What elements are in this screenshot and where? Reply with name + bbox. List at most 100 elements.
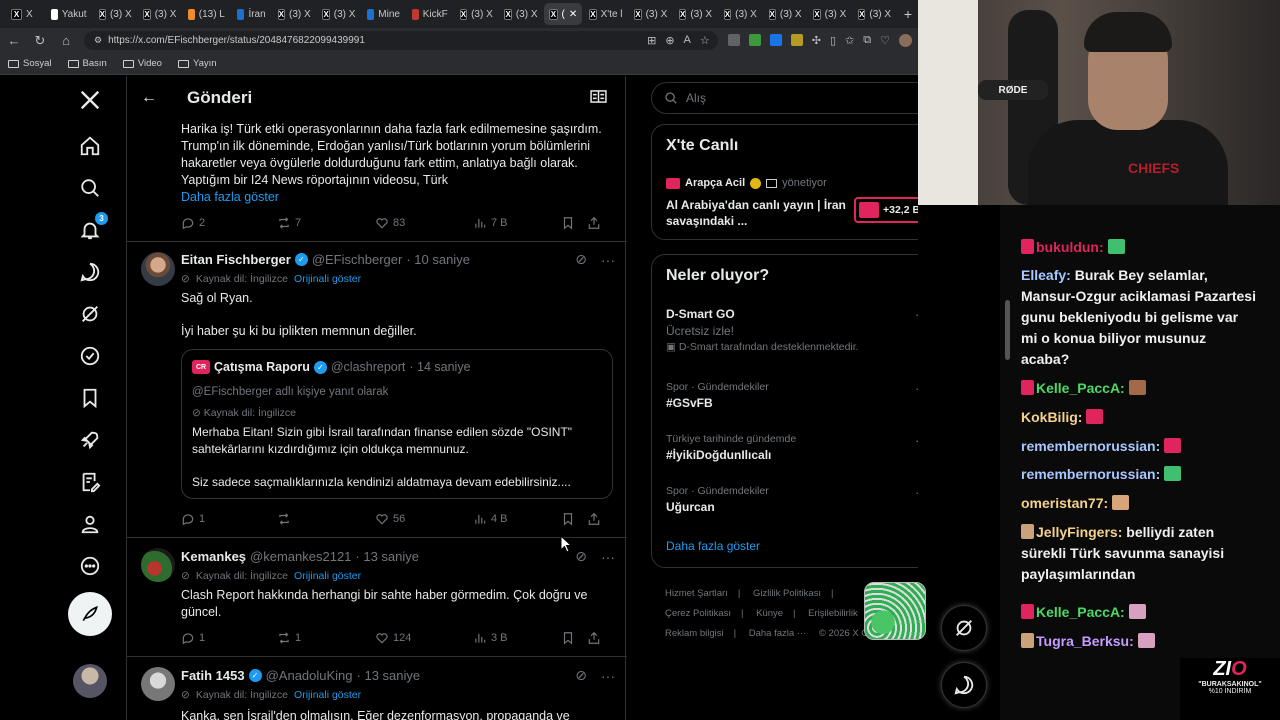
reload-icon[interactable]: ↻ xyxy=(32,33,48,49)
show-original-link[interactable]: Orijinali göster xyxy=(294,273,361,285)
repost-button[interactable] xyxy=(277,512,375,526)
browser-tab[interactable]: X (3) X xyxy=(719,3,762,25)
browser-tab[interactable]: X (3) X xyxy=(317,3,360,25)
reader-mode-icon[interactable] xyxy=(590,90,607,108)
extension-icon[interactable] xyxy=(769,34,782,46)
chat-username[interactable]: bukuldun: xyxy=(1036,239,1104,255)
x-logo-icon[interactable] xyxy=(78,88,102,112)
bookmark-folder[interactable]: Basın xyxy=(67,58,107,69)
browser-tab[interactable]: Mine xyxy=(362,3,405,25)
author-name[interactable]: Eitan Fischberger xyxy=(181,252,291,267)
browser-tab[interactable]: XX xyxy=(6,3,44,25)
zoom-icon[interactable]: ⊕ xyxy=(665,34,674,47)
read-aloud-icon[interactable]: A xyxy=(684,34,691,47)
trend-item[interactable]: Türkiye tarihinde gündemde #İyikiDoğdunI… xyxy=(666,433,918,462)
more-dots-icon[interactable]: ··· xyxy=(601,668,615,684)
avatar[interactable] xyxy=(141,548,175,582)
url-field[interactable]: ⚙ https://x.com/EFischberger/status/2048… xyxy=(84,31,718,50)
grok-floating-button[interactable] xyxy=(941,605,987,651)
tweet[interactable]: Harika iş! Türk etki operasyonlarının da… xyxy=(127,120,627,242)
tweet[interactable]: Eitan Fischberger ✓ @EFischberger · 10 s… xyxy=(127,242,627,538)
show-original-link[interactable]: Orijinali göster xyxy=(294,689,361,701)
browser-tab[interactable]: Yakut xyxy=(46,3,92,25)
browser-tab[interactable]: İran xyxy=(232,3,271,25)
more-dots-icon[interactable]: ··· xyxy=(915,433,918,448)
chat-username[interactable]: remembernorussian: xyxy=(1021,466,1160,482)
articles-icon[interactable] xyxy=(78,470,102,494)
author-handle[interactable]: @kemankes2121 xyxy=(250,549,351,564)
more-options-icon[interactable] xyxy=(78,554,102,578)
extension-icon[interactable] xyxy=(790,34,803,46)
grok-icon[interactable] xyxy=(78,302,102,326)
notifications-bell-icon[interactable]: 3 xyxy=(78,212,108,242)
chat-username[interactable]: Elleafy: xyxy=(1021,267,1071,283)
bookmark-button[interactable] xyxy=(561,216,587,230)
home-icon[interactable] xyxy=(78,134,102,158)
browser-tab[interactable]: X (3) X xyxy=(138,3,181,25)
extension-icon[interactable] xyxy=(727,34,740,46)
grok-explain-icon[interactable]: ⊘ xyxy=(575,251,587,268)
footer-link[interactable]: Erişilebilirlik xyxy=(808,608,858,619)
browser-tab[interactable]: X X'te l xyxy=(584,3,627,25)
browser-essentials-icon[interactable]: ♡ xyxy=(880,34,890,47)
reply-button[interactable]: 2 xyxy=(181,216,277,230)
browser-tab[interactable]: X (3) X xyxy=(629,3,672,25)
sponsored-trend[interactable]: D-Smart GO Ücretsiz izle! ▣ D-Smart tara… xyxy=(666,307,918,357)
browser-tab[interactable]: X (3) X xyxy=(764,3,807,25)
quoted-tweet[interactable]: CR Çatışma Raporu ✓ @clashreport · 14 sa… xyxy=(181,349,613,499)
browser-tab[interactable]: X (3) X xyxy=(853,3,896,25)
close-tab-icon[interactable]: ✕ xyxy=(569,9,577,20)
browser-tab[interactable]: KickF xyxy=(407,3,453,25)
new-tab-button[interactable]: + xyxy=(898,6,918,22)
repost-button[interactable]: 1 xyxy=(277,631,375,645)
bookmark-button[interactable] xyxy=(561,512,587,526)
browser-tab[interactable]: X (3) X xyxy=(94,3,137,25)
browser-tab[interactable]: X(✕ xyxy=(544,3,583,25)
more-dots-icon[interactable]: ··· xyxy=(915,381,918,396)
bookmarks-icon[interactable] xyxy=(78,386,102,410)
compose-post-button[interactable] xyxy=(68,592,112,636)
author-name[interactable]: Fatih 1453 xyxy=(181,668,245,683)
live-viewers-badge[interactable]: +32,2 B xyxy=(854,197,918,223)
chat-username[interactable]: Kelle_PaccA: xyxy=(1036,604,1125,620)
footer-link[interactable]: Hizmet Şartları xyxy=(665,588,728,599)
like-button[interactable]: 83 xyxy=(375,216,473,230)
live-host-line[interactable]: Arapça Acil yönetiyor xyxy=(666,177,827,189)
search-input[interactable]: Alış xyxy=(651,82,918,114)
views-button[interactable]: 7 B xyxy=(473,216,561,230)
browser-tab[interactable]: (13) L xyxy=(183,3,230,25)
footer-link[interactable]: Çerez Politikası xyxy=(665,608,731,619)
avatar[interactable] xyxy=(141,252,175,286)
explore-search-icon[interactable] xyxy=(78,176,102,200)
author-name[interactable]: Kemankeş xyxy=(181,549,246,564)
trend-item[interactable]: Spor · Gündemdekiler #GSvFB ··· xyxy=(666,381,918,410)
footer-link[interactable]: Reklam bilgisi xyxy=(665,628,724,639)
chat-username[interactable]: JellyFingers: xyxy=(1036,524,1122,540)
footer-more-link[interactable]: Daha fazla ··· xyxy=(749,628,807,639)
browser-tab[interactable]: X (3) X xyxy=(273,3,316,25)
chat-username[interactable]: KokBilig: xyxy=(1021,409,1082,425)
collections-icon[interactable]: ⧉ xyxy=(863,34,871,47)
show-more-link[interactable]: Daha fazla göster xyxy=(181,190,279,204)
more-dots-icon[interactable]: ··· xyxy=(601,252,615,268)
share-button[interactable] xyxy=(587,631,601,645)
live-headline[interactable]: Al Arabiya'dan canlı yayın | İran savaşı… xyxy=(666,197,846,229)
extensions-puzzle-icon[interactable]: ✣ xyxy=(812,34,821,47)
tweet[interactable]: Fatih 1453 ✓ @AnadoluKing · 13 saniye ⊘ … xyxy=(127,657,627,720)
like-button[interactable]: 124 xyxy=(375,631,473,645)
footer-link[interactable]: Gizlilik Politikası xyxy=(753,588,821,599)
trend-item[interactable]: Spor · Gündemdekiler Uğurcan ··· xyxy=(666,485,918,514)
chat-username[interactable]: remembernorussian: xyxy=(1021,438,1160,454)
app-install-icon[interactable]: ⊞ xyxy=(647,34,656,47)
more-dots-icon[interactable]: ··· xyxy=(915,307,918,322)
browser-tab[interactable]: X (3) X xyxy=(455,3,498,25)
home-icon[interactable]: ⌂ xyxy=(58,33,74,48)
browser-tab[interactable]: X (3) X xyxy=(808,3,851,25)
browser-tab[interactable]: X (3) X xyxy=(674,3,717,25)
favorite-star-icon[interactable]: ☆ xyxy=(700,34,710,47)
profile-icon[interactable] xyxy=(78,512,102,536)
like-button[interactable]: 56 xyxy=(375,512,473,526)
more-dots-icon[interactable]: ··· xyxy=(601,549,615,565)
grok-explain-icon[interactable]: ⊘ xyxy=(575,667,587,684)
more-dots-icon[interactable]: ··· xyxy=(915,485,918,500)
